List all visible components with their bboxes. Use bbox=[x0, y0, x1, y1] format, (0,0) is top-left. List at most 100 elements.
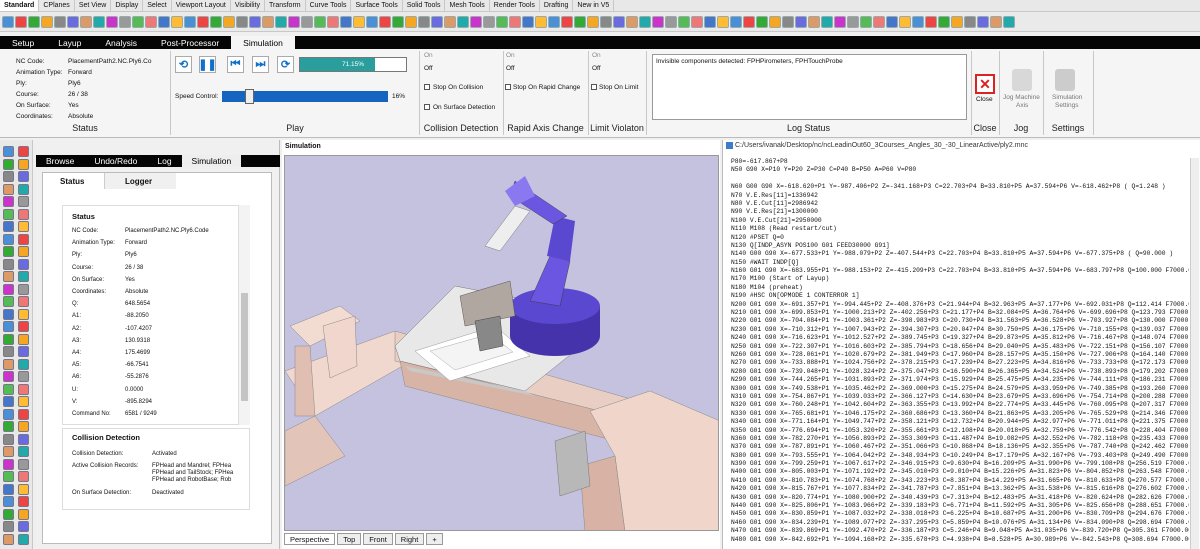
tool-icon[interactable] bbox=[18, 346, 29, 357]
toolbar-icon[interactable] bbox=[925, 15, 937, 28]
toolbar-icon[interactable] bbox=[93, 15, 105, 28]
toolbar-icon[interactable] bbox=[392, 15, 404, 28]
tool-icon[interactable] bbox=[18, 183, 29, 195]
tab-layup[interactable]: Layup bbox=[46, 36, 93, 49]
toolbar-icon[interactable] bbox=[353, 15, 365, 28]
toolbar-icon[interactable] bbox=[119, 15, 131, 28]
tool-icon[interactable] bbox=[18, 246, 29, 257]
tool-icon[interactable] bbox=[18, 446, 29, 457]
toolbar-icon[interactable] bbox=[132, 15, 144, 28]
tool-icon[interactable] bbox=[18, 308, 29, 320]
toolbar-icon[interactable] bbox=[704, 15, 716, 28]
tool-icon[interactable] bbox=[18, 483, 29, 495]
toolbar-icon[interactable] bbox=[496, 15, 508, 28]
status-scrollbar[interactable] bbox=[238, 205, 250, 425]
tool-icon[interactable] bbox=[18, 196, 29, 207]
toolbar-icon[interactable] bbox=[964, 15, 976, 28]
toolbar-icon[interactable] bbox=[886, 15, 898, 28]
toolbar-icon[interactable] bbox=[301, 15, 313, 28]
loop-button[interactable]: ⟳ bbox=[277, 56, 294, 73]
tab-perspective[interactable]: Perspective bbox=[284, 533, 336, 545]
tab-analysis[interactable]: Analysis bbox=[93, 36, 149, 49]
toolbar-icon[interactable] bbox=[977, 15, 989, 28]
toolbar-icon[interactable] bbox=[483, 15, 495, 28]
toolbar-icon[interactable] bbox=[457, 15, 469, 28]
toolbar-icon[interactable] bbox=[938, 15, 950, 28]
tool-icon[interactable] bbox=[18, 533, 29, 545]
tool-icon[interactable] bbox=[3, 233, 14, 245]
toolbar-icon[interactable] bbox=[366, 15, 378, 28]
tool-icon[interactable] bbox=[3, 358, 14, 370]
toolbar-icon[interactable] bbox=[678, 15, 690, 28]
toolbar-icon[interactable] bbox=[795, 15, 807, 28]
toolbar-icon[interactable] bbox=[691, 15, 703, 28]
toolbar-icon[interactable] bbox=[600, 15, 612, 28]
tool-icon[interactable] bbox=[3, 421, 14, 432]
on-surface-detection-checkbox[interactable] bbox=[424, 104, 430, 110]
tool-icon[interactable] bbox=[3, 296, 14, 307]
toolbar-icon[interactable] bbox=[314, 15, 326, 28]
toolbar-icon[interactable] bbox=[574, 15, 586, 28]
tool-icon[interactable] bbox=[18, 171, 29, 182]
toolbar-tab[interactable]: Display bbox=[111, 0, 144, 11]
toolbar-icon[interactable] bbox=[743, 15, 755, 28]
toolbar-icon[interactable] bbox=[1003, 15, 1015, 28]
toolbar-icon[interactable] bbox=[821, 15, 833, 28]
toolbar-icon[interactable] bbox=[15, 15, 27, 28]
tool-icon[interactable] bbox=[18, 283, 29, 295]
tool-icon[interactable] bbox=[18, 508, 29, 520]
tool-icon[interactable] bbox=[3, 458, 14, 470]
tab-right[interactable]: Right bbox=[394, 533, 425, 545]
toolbar-icon[interactable] bbox=[249, 15, 261, 28]
toolbar-icon[interactable] bbox=[418, 15, 430, 28]
toolbar-tab[interactable]: Surface Tools bbox=[351, 0, 403, 11]
tool-icon[interactable] bbox=[3, 371, 14, 382]
tool-icon[interactable] bbox=[3, 333, 14, 345]
tool-icon[interactable] bbox=[18, 358, 29, 370]
toolbar-icon[interactable] bbox=[782, 15, 794, 28]
tool-icon[interactable] bbox=[18, 458, 29, 470]
toolbar-icon[interactable] bbox=[509, 15, 521, 28]
toolbar-icon[interactable] bbox=[561, 15, 573, 28]
toolbar-icon[interactable] bbox=[847, 15, 859, 28]
toolbar-icon[interactable] bbox=[2, 15, 14, 28]
tab-undo-redo[interactable]: Undo/Redo bbox=[84, 155, 147, 167]
toolbar-icon[interactable] bbox=[990, 15, 1002, 28]
tool-icon[interactable] bbox=[18, 321, 29, 332]
toolbar-tab[interactable]: Render Tools bbox=[490, 0, 540, 11]
toolbar-tab[interactable]: Standard bbox=[0, 0, 40, 11]
stop-on-collision-checkbox[interactable] bbox=[424, 84, 430, 90]
code-scrollbar[interactable] bbox=[1190, 158, 1199, 549]
toolbar-icon[interactable] bbox=[587, 15, 599, 28]
tool-icon[interactable] bbox=[3, 521, 14, 532]
toolbar-icon[interactable] bbox=[652, 15, 664, 28]
rewind-button[interactable]: ⟲ bbox=[175, 56, 192, 73]
toolbar-icon[interactable] bbox=[236, 15, 248, 28]
tool-icon[interactable] bbox=[3, 321, 14, 332]
toolbar-icon[interactable] bbox=[288, 15, 300, 28]
toolbar-icon[interactable] bbox=[470, 15, 482, 28]
toolbar-icon[interactable] bbox=[613, 15, 625, 28]
simulation-settings-button[interactable] bbox=[1055, 69, 1075, 91]
toolbar-icon[interactable] bbox=[730, 15, 742, 28]
tool-icon[interactable] bbox=[18, 496, 29, 507]
toolbar-icon[interactable] bbox=[548, 15, 560, 28]
tab-simulation[interactable]: Simulation bbox=[231, 36, 295, 49]
toolbar-icon[interactable] bbox=[41, 15, 53, 28]
toolbar-tab[interactable]: Select bbox=[143, 0, 172, 11]
tool-icon[interactable] bbox=[3, 308, 14, 320]
toolbar-icon[interactable] bbox=[522, 15, 534, 28]
toolbar-tab[interactable]: Visibility bbox=[231, 0, 265, 11]
tool-icon[interactable] bbox=[3, 346, 14, 357]
toolbar-icon[interactable] bbox=[262, 15, 274, 28]
add-viewport-tab[interactable]: + bbox=[426, 533, 443, 545]
tool-icon[interactable] bbox=[3, 433, 14, 445]
toolbar-icon[interactable] bbox=[28, 15, 40, 28]
tool-icon[interactable] bbox=[18, 408, 29, 420]
collision-off-label[interactable]: Off bbox=[424, 65, 433, 72]
toolbar-icon[interactable] bbox=[275, 15, 287, 28]
tool-icon[interactable] bbox=[18, 396, 29, 407]
toolbar-icon[interactable] bbox=[223, 15, 235, 28]
tool-icon[interactable] bbox=[3, 171, 14, 182]
tool-icon[interactable] bbox=[18, 221, 29, 232]
